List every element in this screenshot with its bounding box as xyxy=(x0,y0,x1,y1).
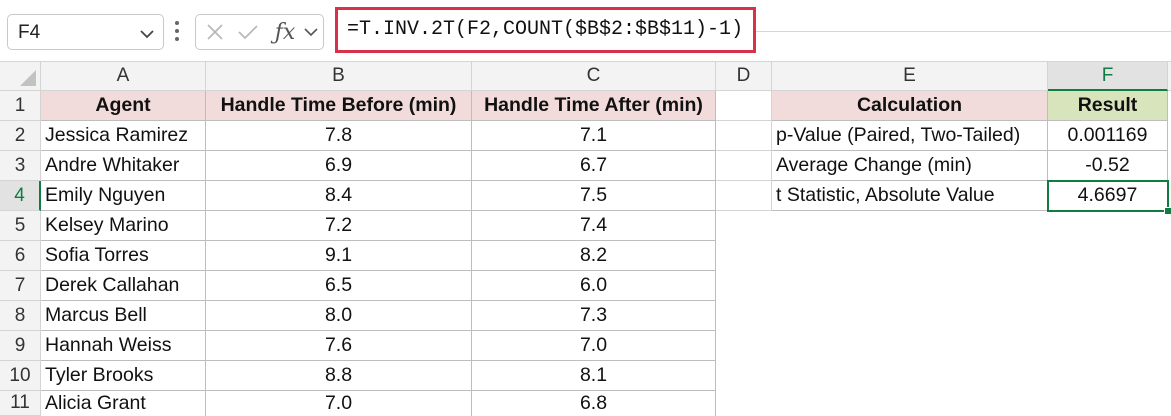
fx-icon[interactable]: ƒx xyxy=(272,15,298,49)
column-header-c[interactable]: C xyxy=(472,62,716,91)
row-header-10[interactable]: 10 xyxy=(0,361,41,391)
name-box-value[interactable]: F4 xyxy=(18,22,40,44)
summary-cell-result[interactable]: -0.52 xyxy=(1048,151,1168,181)
summary-cell-result[interactable]: 0.001169 xyxy=(1048,121,1168,151)
summary-cell-calculation[interactable]: Average Change (min) xyxy=(772,151,1048,181)
formula-text[interactable]: =T.INV.2T(F2,COUNT($B$2:$B$11)-1) xyxy=(347,18,743,41)
table-cell-before[interactable]: 7.6 xyxy=(206,331,472,361)
vertical-ellipsis-icon[interactable] xyxy=(174,20,180,47)
row-header-9[interactable]: 9 xyxy=(0,331,41,361)
table-cell-before[interactable]: 8.4 xyxy=(206,181,472,211)
table-cell-after[interactable]: 6.8 xyxy=(472,391,716,416)
formula-bar-area: F4 ƒx =T.INV.2T(F2,COUNT($B$2:$B$11)-1) xyxy=(0,0,1171,62)
table-cell-agent[interactable]: Hannah Weiss xyxy=(41,331,206,361)
table-cell-before[interactable]: 6.9 xyxy=(206,151,472,181)
name-box[interactable]: F4 xyxy=(7,14,164,50)
table-cell-before[interactable]: 9.1 xyxy=(206,241,472,271)
table-cell-after[interactable]: 6.7 xyxy=(472,151,716,181)
table-header-after[interactable]: Handle Time After (min) xyxy=(472,91,716,121)
column-header-f[interactable]: F xyxy=(1048,62,1168,91)
table-cell-before[interactable]: 6.5 xyxy=(206,271,472,301)
table-cell-after[interactable]: 7.4 xyxy=(472,211,716,241)
column-header-d[interactable]: D xyxy=(716,62,772,91)
row-header-3[interactable]: 3 xyxy=(0,151,41,181)
row-header-4[interactable]: 4 xyxy=(0,181,41,211)
table-cell-agent[interactable]: Andre Whitaker xyxy=(41,151,206,181)
row-header-6[interactable]: 6 xyxy=(0,241,41,271)
table-cell-after[interactable]: 8.1 xyxy=(472,361,716,391)
table-cell-agent[interactable]: Derek Callahan xyxy=(41,271,206,301)
check-icon[interactable] xyxy=(236,15,260,49)
table-cell-after[interactable]: 6.0 xyxy=(472,271,716,301)
column-header-b[interactable]: B xyxy=(206,62,472,91)
formula-input[interactable]: =T.INV.2T(F2,COUNT($B$2:$B$11)-1) xyxy=(335,7,756,53)
table-cell-after[interactable]: 7.5 xyxy=(472,181,716,211)
table-cell-agent[interactable]: Alicia Grant xyxy=(41,391,206,416)
table-header-before[interactable]: Handle Time Before (min) xyxy=(206,91,472,121)
summary-header-result[interactable]: Result xyxy=(1048,91,1168,121)
table-cell-after[interactable]: 7.0 xyxy=(472,331,716,361)
table-header-agent[interactable]: Agent xyxy=(41,91,206,121)
table-cell-after[interactable]: 7.1 xyxy=(472,121,716,151)
row-header-2[interactable]: 2 xyxy=(0,121,41,151)
select-all-corner[interactable] xyxy=(0,62,41,91)
table-cell-agent[interactable]: Sofia Torres xyxy=(41,241,206,271)
formula-buttons: ƒx xyxy=(195,14,324,50)
formula-bar-underline xyxy=(756,31,1171,32)
table-cell-before[interactable]: 8.8 xyxy=(206,361,472,391)
column-header-a[interactable]: A xyxy=(41,62,206,91)
cell-d3[interactable] xyxy=(716,151,772,181)
table-cell-before[interactable]: 7.8 xyxy=(206,121,472,151)
table-cell-agent[interactable]: Emily Nguyen xyxy=(41,181,206,211)
cell-d2[interactable] xyxy=(716,121,772,151)
row-header-11[interactable]: 11 xyxy=(0,391,41,416)
row-header-1[interactable]: 1 xyxy=(0,91,41,121)
table-cell-after[interactable]: 8.2 xyxy=(472,241,716,271)
column-header-e[interactable]: E xyxy=(772,62,1048,91)
summary-cell-calculation[interactable]: p-Value (Paired, Two-Tailed) xyxy=(772,121,1048,151)
chevron-down-icon[interactable] xyxy=(140,26,154,44)
table-cell-before[interactable]: 8.0 xyxy=(206,301,472,331)
row-header-8[interactable]: 8 xyxy=(0,301,41,331)
table-cell-agent[interactable]: Jessica Ramirez xyxy=(41,121,206,151)
chevron-down-icon[interactable] xyxy=(302,15,320,49)
summary-header-calculation[interactable]: Calculation xyxy=(772,91,1048,121)
table-cell-before[interactable]: 7.2 xyxy=(206,211,472,241)
table-cell-agent[interactable]: Tyler Brooks xyxy=(41,361,206,391)
cell-d1[interactable] xyxy=(716,91,772,121)
cell-d4[interactable] xyxy=(716,181,772,211)
summary-cell-result-active[interactable]: 4.6697 xyxy=(1048,181,1168,211)
table-cell-agent[interactable]: Kelsey Marino xyxy=(41,211,206,241)
row-header-5[interactable]: 5 xyxy=(0,211,41,241)
table-cell-after[interactable]: 7.3 xyxy=(472,301,716,331)
row-header-7[interactable]: 7 xyxy=(0,271,41,301)
fill-handle[interactable] xyxy=(1164,207,1171,215)
close-icon[interactable] xyxy=(204,15,226,49)
table-cell-before[interactable]: 7.0 xyxy=(206,391,472,416)
summary-cell-calculation[interactable]: t Statistic, Absolute Value xyxy=(772,181,1048,211)
table-cell-agent[interactable]: Marcus Bell xyxy=(41,301,206,331)
